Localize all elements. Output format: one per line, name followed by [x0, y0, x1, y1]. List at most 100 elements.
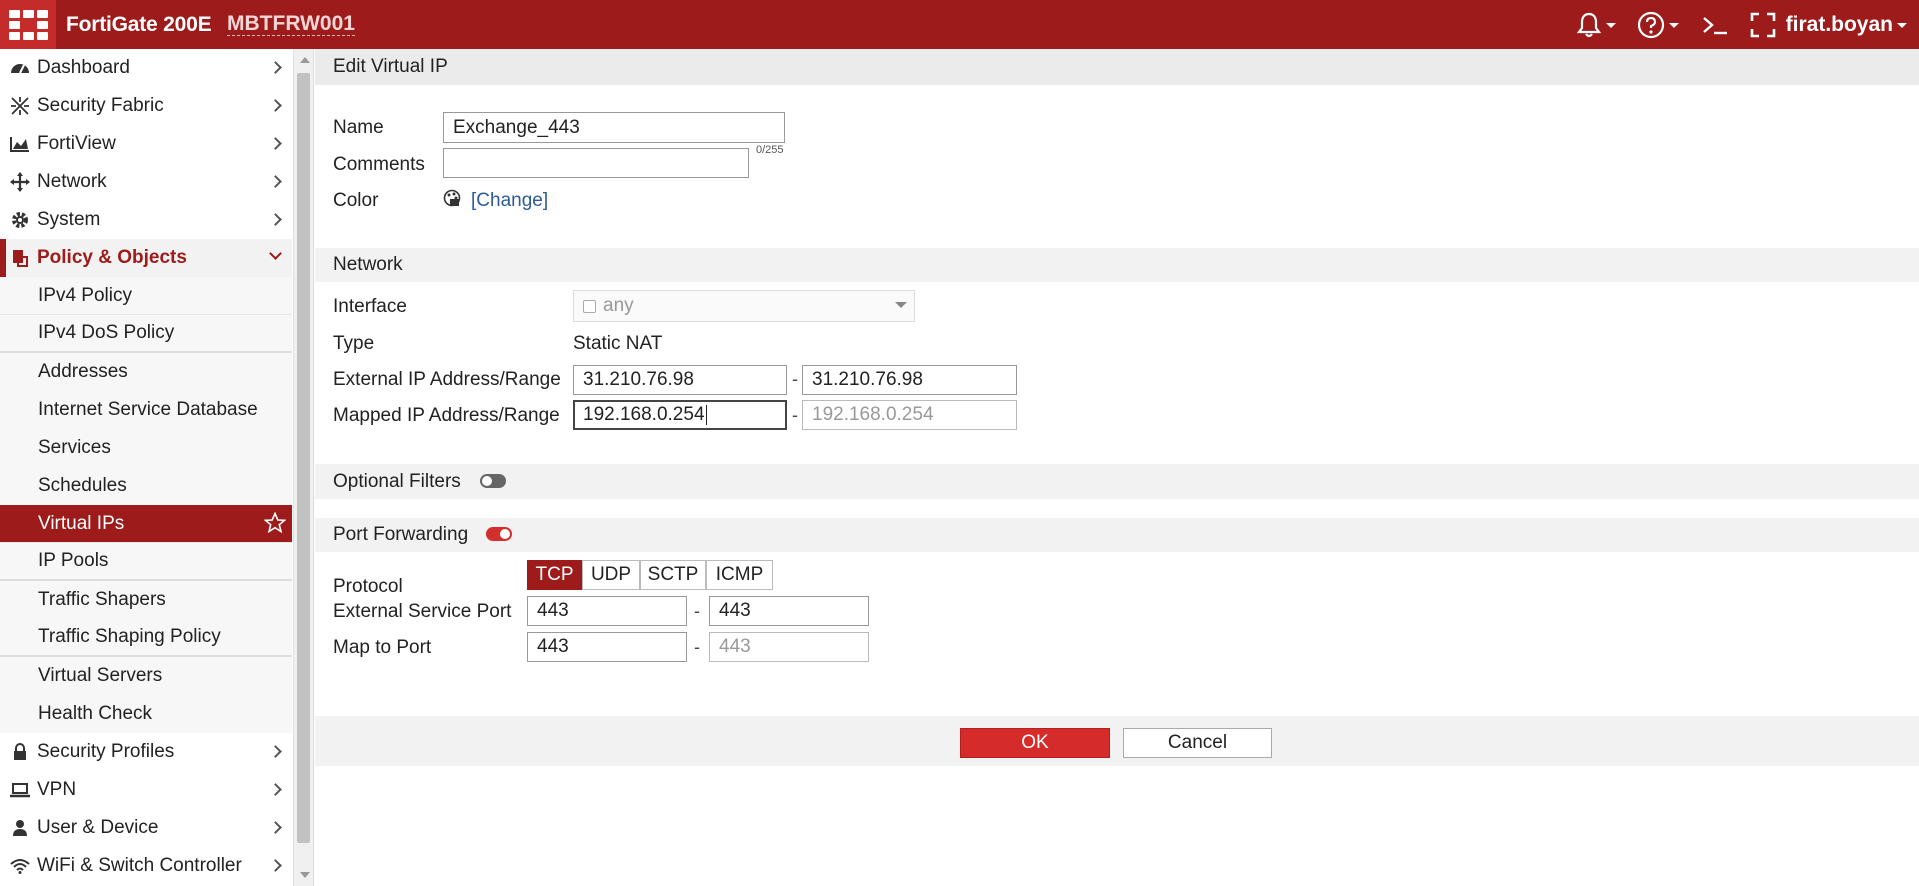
sidebar-subitem-virtual-servers[interactable]: Virtual Servers [0, 657, 292, 695]
sidebar-item-vpn[interactable]: VPN [0, 771, 292, 809]
mapped-ip-start-input[interactable]: 192.168.0.254 [573, 400, 787, 430]
sidebar-subitem-internet-service-database[interactable]: Internet Service Database [0, 391, 292, 429]
map-port-start-input[interactable]: 443 [527, 632, 687, 662]
sidebar-subitem-services[interactable]: Services [0, 429, 292, 467]
port-forwarding-toggle[interactable] [486, 527, 512, 541]
user-icon [13, 820, 27, 836]
name-input[interactable]: Exchange_443 [443, 112, 785, 143]
comments-textarea[interactable] [443, 148, 749, 178]
policy-icon [13, 250, 28, 267]
notifications-button[interactable] [1576, 10, 1616, 40]
hostname[interactable]: MBTFRW001 [227, 13, 355, 36]
sidebar-subitem-schedules[interactable]: Schedules [0, 467, 292, 505]
external-port-start-input[interactable]: 443 [527, 596, 687, 626]
chevron-down-icon [269, 247, 282, 260]
port-forwarding-header: Port Forwarding [315, 518, 1919, 552]
chevron-right-icon [269, 213, 282, 226]
sidebar-item-label: User & Device [37, 817, 159, 838]
port-forwarding-label: Port Forwarding [333, 524, 469, 545]
cli-console-button[interactable] [1701, 10, 1729, 40]
fortiview-chart-icon [10, 137, 29, 152]
fortinet-logo-icon[interactable] [0, 0, 56, 49]
cli-console-icon [1703, 17, 1727, 35]
form-footer: OK Cancel [315, 716, 1919, 766]
interface-select[interactable]: any [573, 290, 915, 322]
external-port-end-input[interactable]: 443 [709, 596, 869, 626]
sidebar-item-user-device[interactable]: User & Device [0, 809, 292, 847]
protocol-udp-button[interactable]: UDP [582, 560, 640, 590]
help-button[interactable] [1637, 10, 1679, 40]
help-icon [1637, 11, 1665, 39]
sidebar-subitem-traffic-shapers[interactable]: Traffic Shapers [0, 581, 292, 619]
sidebar-scrollbar[interactable] [293, 49, 313, 886]
sidebar-item-label: Policy & Objects [37, 247, 187, 268]
chevron-right-icon [269, 99, 282, 112]
sidebar-item-wifi-switch-controller[interactable]: WiFi & Switch Controller [0, 847, 292, 885]
sidebar-subitem-ipv4-dos-policy[interactable]: IPv4 DoS Policy [0, 315, 292, 353]
chevron-down-icon [895, 302, 907, 308]
chevron-right-icon [269, 821, 282, 834]
page-title: Edit Virtual IP [315, 49, 1919, 85]
color-change-link[interactable]: [Change] [471, 190, 548, 212]
sidebar-subitem-traffic-shaping-policy[interactable]: Traffic Shaping Policy [0, 619, 292, 657]
protocol-sctp-button[interactable]: SCTP [640, 560, 706, 590]
scroll-up-arrow-icon[interactable] [300, 57, 310, 63]
sidebar-subitem-addresses[interactable]: Addresses [0, 353, 292, 391]
scroll-down-arrow-icon[interactable] [300, 872, 310, 878]
sidebar-item-security-profiles[interactable]: Security Profiles [0, 733, 292, 771]
sidebar-subitem-health-check[interactable]: Health Check [0, 695, 292, 733]
top-bar: FortiGate 200E MBTFRW001 firat.boyan [0, 0, 1919, 49]
star-icon[interactable] [264, 512, 286, 534]
external-ip-end-input[interactable]: 31.210.76.98 [802, 365, 1017, 395]
protocol-tcp-button[interactable]: TCP [527, 560, 582, 590]
cancel-button[interactable]: Cancel [1123, 728, 1272, 758]
sidebar-subitem-ipv4-policy[interactable]: IPv4 Policy [0, 277, 292, 315]
user-menu[interactable]: firat.boyan [1786, 13, 1907, 37]
chevron-right-icon [269, 137, 282, 150]
edit-virtual-ip-panel: Edit Virtual IP Name Exchange_443 Commen… [315, 49, 1919, 886]
sidebar-item-label: VPN [37, 779, 77, 800]
protocol-icmp-button[interactable]: ICMP [706, 560, 773, 590]
sidebar-item-policy-objects[interactable]: Policy & Objects [0, 239, 292, 277]
sidebar-item-fortiview[interactable]: FortiView [0, 125, 292, 163]
sidebar: Dashboard Security Fabric FortiView Netw… [0, 49, 314, 886]
mapped-ip-end-input[interactable]: 192.168.0.254 [802, 400, 1017, 430]
external-ip-label: External IP Address/Range [333, 369, 561, 390]
protocol-label: Protocol [333, 576, 403, 597]
username: firat.boyan [1785, 13, 1893, 36]
map-port-label: Map to Port [333, 637, 432, 658]
fullscreen-icon [1750, 12, 1776, 38]
sidebar-item-network[interactable]: Network [0, 163, 292, 201]
sidebar-item-dashboard[interactable]: Dashboard [0, 49, 292, 87]
dashboard-icon [11, 64, 29, 74]
chevron-right-icon [269, 175, 282, 188]
network-section-header: Network [315, 248, 1919, 282]
range-separator: - [694, 601, 700, 621]
optional-filters-toggle[interactable] [480, 474, 506, 488]
fullscreen-button[interactable] [1749, 10, 1777, 40]
sidebar-item-label: Security Profiles [37, 741, 175, 762]
range-separator: - [792, 369, 798, 389]
external-ip-start-input[interactable]: 31.210.76.98 [573, 365, 787, 395]
ok-button[interactable]: OK [960, 728, 1110, 758]
scrollbar-thumb[interactable] [297, 73, 310, 843]
chevron-right-icon [269, 61, 282, 74]
type-label: Type [333, 333, 375, 354]
comments-label: Comments [333, 154, 425, 175]
sidebar-subitem-ip-pools[interactable]: IP Pools [0, 543, 292, 581]
color-label: Color [333, 190, 379, 211]
sidebar-item-system[interactable]: System [0, 201, 292, 239]
sidebar-item-label: FortiView [37, 133, 116, 154]
sidebar-item-label: Dashboard [37, 57, 130, 78]
laptop-icon [10, 783, 30, 798]
optional-filters-header: Optional Filters [315, 464, 1919, 499]
network-arrows-icon [10, 172, 30, 192]
name-label: Name [333, 117, 384, 138]
interface-checkbox [583, 299, 596, 313]
map-port-end-input[interactable]: 443 [709, 632, 869, 662]
sidebar-subitem-virtual-ips[interactable]: Virtual IPs [0, 505, 292, 543]
sidebar-item-label: Security Fabric [37, 95, 164, 116]
sidebar-item-security-fabric[interactable]: Security Fabric [0, 87, 292, 125]
color-palette-icon[interactable] [443, 189, 461, 207]
sidebar-nav: Dashboard Security Fabric FortiView Netw… [0, 49, 292, 885]
